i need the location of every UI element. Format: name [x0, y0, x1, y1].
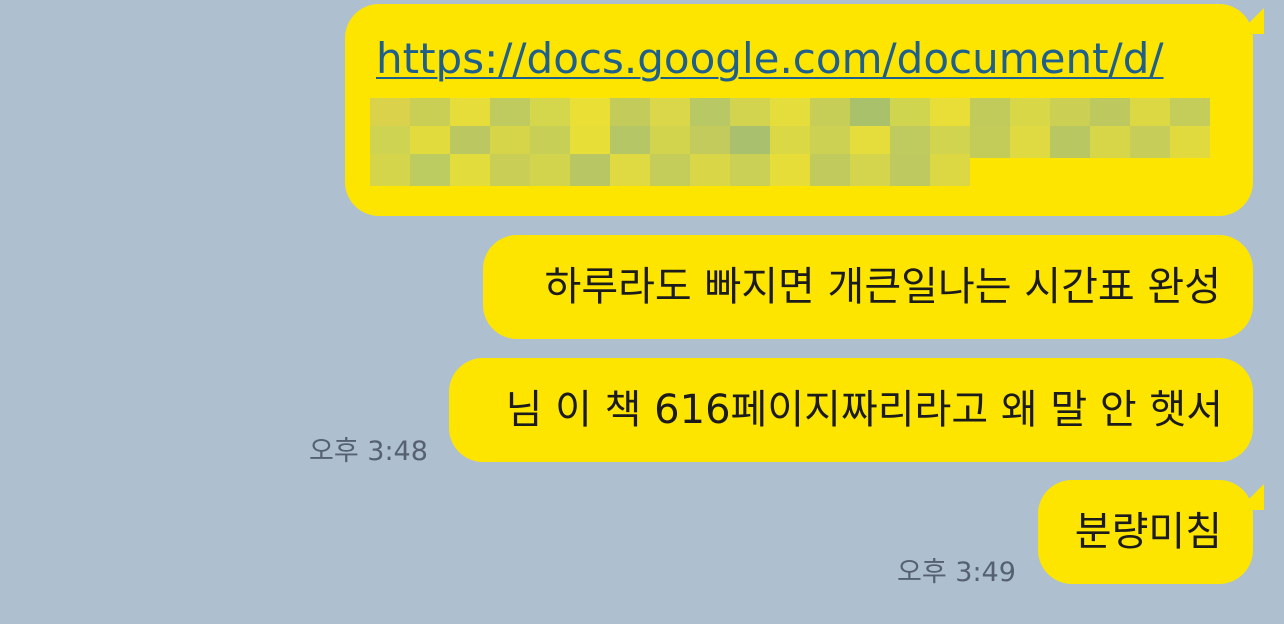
- message-bubble[interactable]: 분량미침: [1038, 480, 1253, 584]
- document-link[interactable]: https://docs.google.com/document/d/: [376, 34, 1164, 84]
- message-text: 분량미침: [1074, 509, 1222, 555]
- chat-area: https://docs.google.com/document/d/ 하루라도…: [0, 0, 1284, 624]
- message-text: 님 이 책 616페이지짜리라고 왜 말 안 햇서: [505, 387, 1223, 433]
- message-bubble-link[interactable]: https://docs.google.com/document/d/: [345, 4, 1253, 216]
- timestamp: 오후 3:49: [897, 557, 1016, 588]
- message-text: 하루라도 빠지면 개큰일나는 시간표 완성: [544, 264, 1221, 310]
- bubble-tail: [1238, 8, 1264, 34]
- bubble-tail: [1238, 484, 1264, 510]
- timestamp: 오후 3:48: [309, 436, 428, 467]
- message-bubble[interactable]: 하루라도 빠지면 개큰일나는 시간표 완성: [483, 235, 1253, 339]
- message-bubble[interactable]: 님 이 책 616페이지짜리라고 왜 말 안 햇서: [449, 358, 1253, 462]
- redacted-link-portion: [370, 90, 1230, 200]
